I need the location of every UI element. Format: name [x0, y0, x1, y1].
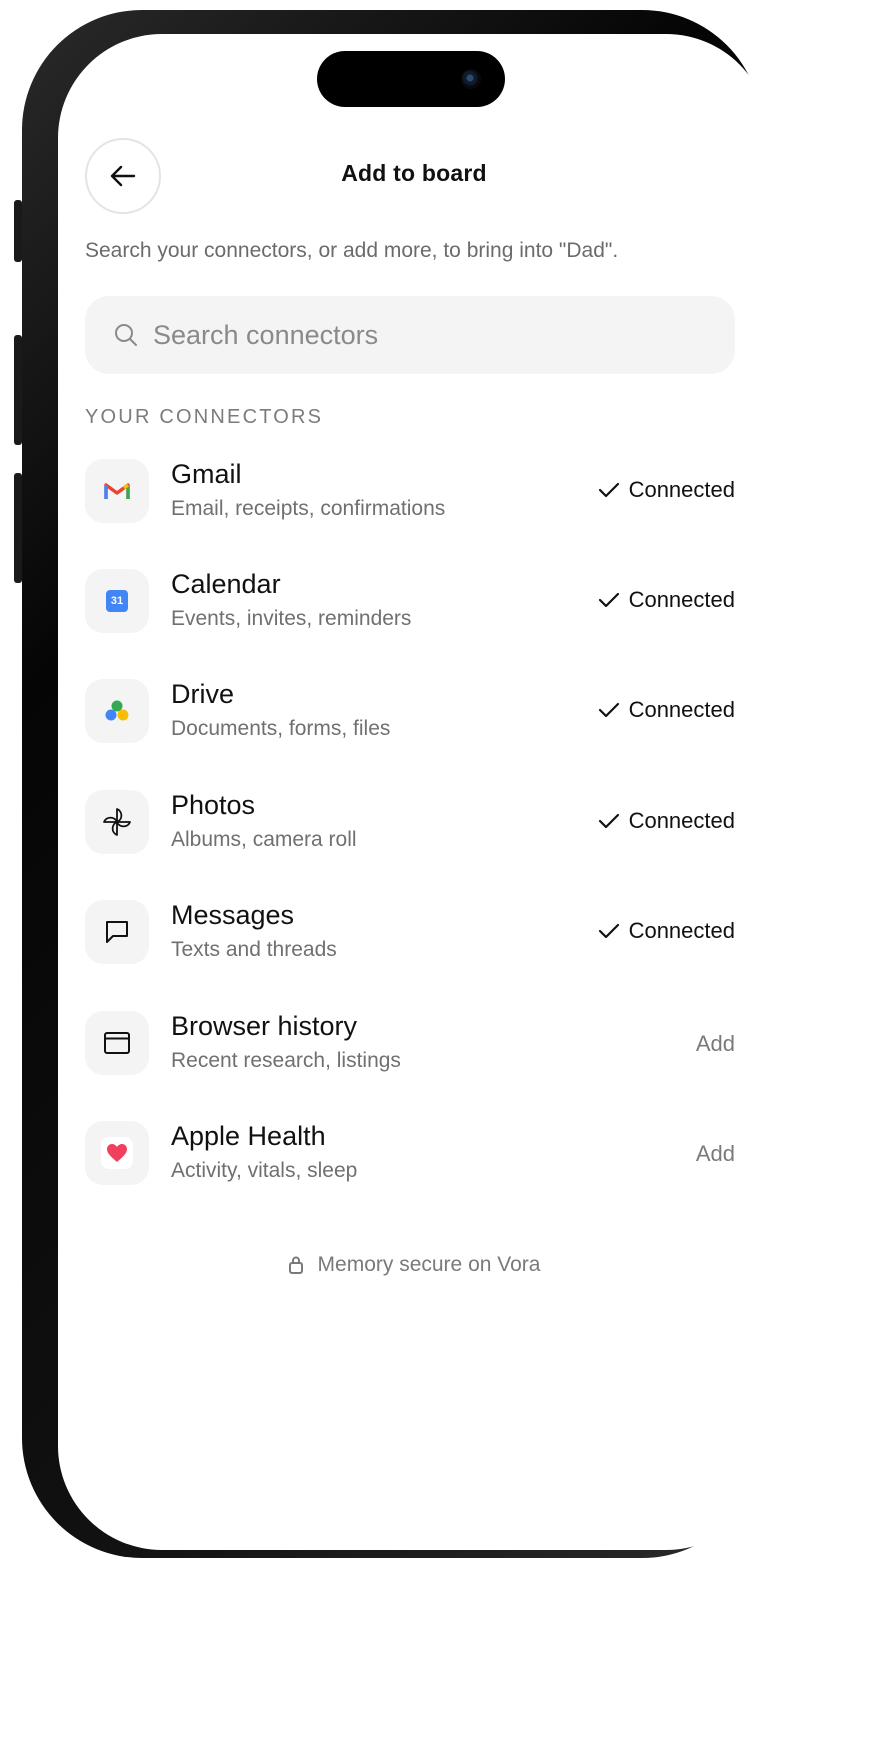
status-label: Connected: [628, 477, 735, 502]
search-input[interactable]: Search connectors: [85, 296, 735, 374]
add-button[interactable]: Add: [696, 1031, 735, 1057]
calendar-icon: 31: [85, 569, 149, 633]
connector-name: Drive: [171, 679, 235, 709]
connected-status: Connected: [598, 587, 735, 613]
volume-up-button: [14, 335, 22, 445]
connector-name: Calendar: [171, 569, 281, 599]
connector-row-apple-health[interactable]: Apple Health Activity, vitals, sleep Add: [85, 1121, 735, 1187]
connector-row-browser-history[interactable]: Browser history Recent research, listing…: [85, 1011, 735, 1077]
status-label: Connected: [628, 918, 735, 943]
connector-description: Texts and threads: [171, 938, 337, 961]
status-label: Connected: [628, 587, 735, 612]
connector-row-drive[interactable]: Drive Documents, forms, files Connected: [85, 679, 735, 745]
connector-name: Messages: [171, 900, 295, 930]
search-icon: [113, 322, 139, 348]
checkmark-icon: [598, 920, 620, 942]
checkmark-icon: [598, 699, 620, 721]
screen: Add to board Search your connectors, or …: [58, 34, 770, 1550]
connected-status: Connected: [598, 477, 735, 503]
connector-description: Events, invites, reminders: [171, 607, 412, 630]
checkmark-icon: [598, 810, 620, 832]
dynamic-island: [317, 51, 505, 107]
security-note-text: Memory secure on Vora: [317, 1253, 541, 1276]
connector-name: Apple Health: [171, 1121, 326, 1151]
action-button: [14, 200, 22, 262]
section-label: YOUR CONNECTORS: [85, 406, 324, 428]
browser-window-icon: [85, 1011, 149, 1075]
connected-status: Connected: [598, 697, 735, 723]
connector-description: Recent research, listings: [171, 1049, 401, 1072]
connector-description: Albums, camera roll: [171, 828, 357, 851]
connector-description: Email, receipts, confirmations: [171, 497, 446, 520]
checkmark-icon: [598, 589, 620, 611]
connector-description: Activity, vitals, sleep: [171, 1159, 358, 1182]
calendar-day: 31: [110, 595, 124, 607]
add-button[interactable]: Add: [696, 1141, 735, 1167]
lock-icon: [288, 1255, 306, 1275]
camera-lens: [461, 69, 481, 89]
connector-name: Browser history: [171, 1011, 358, 1041]
status-label: Connected: [628, 808, 735, 833]
connector-row-gmail[interactable]: Gmail Email, receipts, confirmations Con…: [85, 459, 735, 525]
connector-description: Documents, forms, files: [171, 717, 391, 740]
connector-row-messages[interactable]: Messages Texts and threads Connected: [85, 900, 735, 966]
drive-icon: [85, 679, 149, 743]
status-label: Connected: [628, 697, 735, 722]
heart-icon: [85, 1121, 149, 1185]
connected-status: Connected: [598, 918, 735, 944]
connector-name: Photos: [171, 790, 256, 820]
search-placeholder: Search connectors: [153, 319, 379, 350]
connector-name: Gmail: [171, 459, 242, 489]
volume-down-button: [14, 473, 22, 583]
phone-frame: Add to board Search your connectors, or …: [14, 10, 770, 1558]
message-bubble-icon: [85, 900, 149, 964]
gmail-icon: [85, 459, 149, 523]
connector-row-calendar[interactable]: 31 Calendar Events, invites, reminders C…: [85, 569, 735, 635]
security-note: Memory secure on Vora: [58, 1253, 770, 1277]
page-subtitle: Search your connectors, or add more, to …: [85, 239, 619, 262]
checkmark-icon: [598, 479, 620, 501]
connector-row-photos[interactable]: Photos Albums, camera roll Connected: [85, 790, 735, 856]
photos-pinwheel-icon: [85, 790, 149, 854]
connected-status: Connected: [598, 808, 735, 834]
page-title: Add to board: [341, 160, 487, 186]
